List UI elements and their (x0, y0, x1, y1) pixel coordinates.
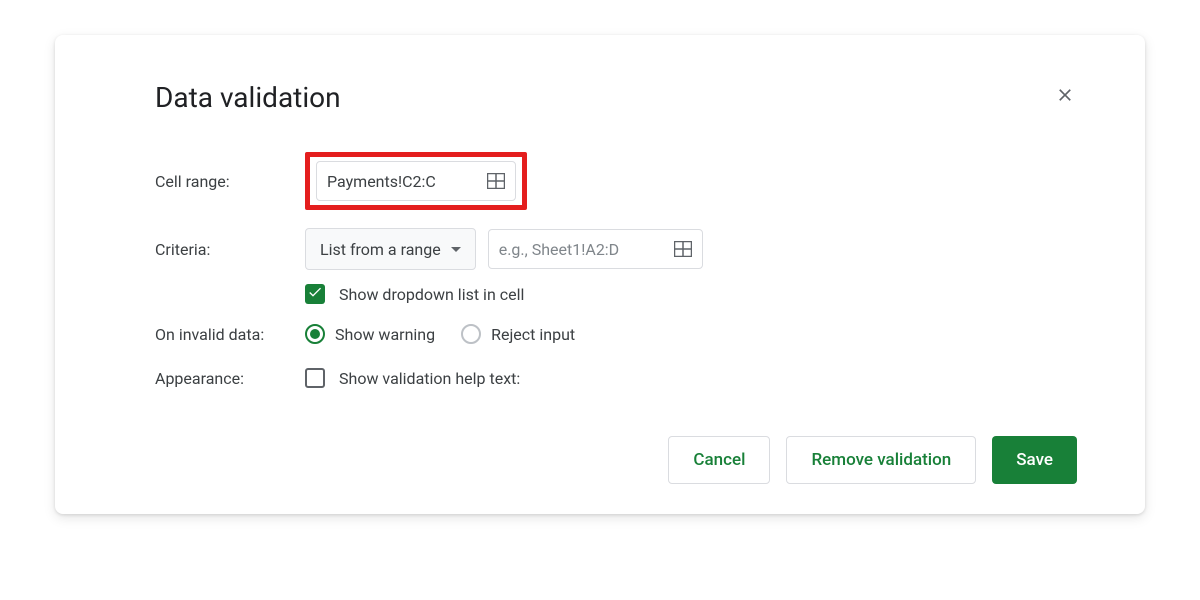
help-text-label: Show validation help text: (339, 369, 520, 388)
show-dropdown-checkbox[interactable] (305, 284, 325, 304)
appearance-label: Appearance: (155, 369, 305, 388)
cancel-button[interactable]: Cancel (668, 436, 770, 484)
criteria-dropdown-value: List from a range (320, 240, 441, 259)
cell-range-row: Cell range: Payments!C2:C (103, 152, 1097, 210)
dialog-title: Data validation (155, 81, 341, 114)
criteria-range-placeholder: e.g., Sheet1!A2:D (499, 240, 619, 259)
invalid-data-label: On invalid data: (155, 325, 305, 344)
cell-range-highlight: Payments!C2:C (305, 152, 527, 210)
dialog-header: Data validation (103, 59, 1097, 114)
reject-input-label: Reject input (491, 325, 575, 344)
show-warning-radio (305, 324, 325, 344)
grid-select-icon[interactable] (487, 173, 505, 189)
close-button[interactable] (1053, 86, 1077, 110)
dialog-buttons: Cancel Remove validation Save (103, 436, 1097, 484)
show-warning-label: Show warning (335, 325, 435, 344)
chevron-down-icon (451, 247, 461, 252)
checkmark-icon (307, 284, 323, 304)
criteria-range-input[interactable]: e.g., Sheet1!A2:D (488, 229, 703, 269)
invalid-data-row: On invalid data: Show warning Reject inp… (103, 324, 1097, 344)
save-button[interactable]: Save (992, 436, 1077, 484)
criteria-row: Criteria: List from a range e.g., Sheet1… (103, 228, 1097, 270)
criteria-label: Criteria: (155, 240, 305, 259)
reject-input-radio-item[interactable]: Reject input (461, 324, 575, 344)
cell-range-label: Cell range: (155, 172, 305, 191)
help-text-checkbox[interactable] (305, 368, 325, 388)
remove-validation-button[interactable]: Remove validation (786, 436, 976, 484)
cell-range-input[interactable]: Payments!C2:C (316, 161, 516, 201)
data-validation-dialog: Data validation Cell range: Payments!C2:… (55, 35, 1145, 514)
grid-select-icon[interactable] (674, 241, 692, 257)
show-dropdown-label: Show dropdown list in cell (339, 285, 524, 304)
criteria-dropdown[interactable]: List from a range (305, 228, 476, 270)
show-warning-radio-item[interactable]: Show warning (305, 324, 435, 344)
cell-range-value: Payments!C2:C (327, 172, 436, 191)
reject-input-radio (461, 324, 481, 344)
appearance-row: Appearance: Show validation help text: (103, 368, 1097, 388)
show-dropdown-row: Show dropdown list in cell (103, 284, 1097, 304)
invalid-data-radio-group: Show warning Reject input (305, 324, 575, 344)
close-icon (1055, 85, 1075, 111)
